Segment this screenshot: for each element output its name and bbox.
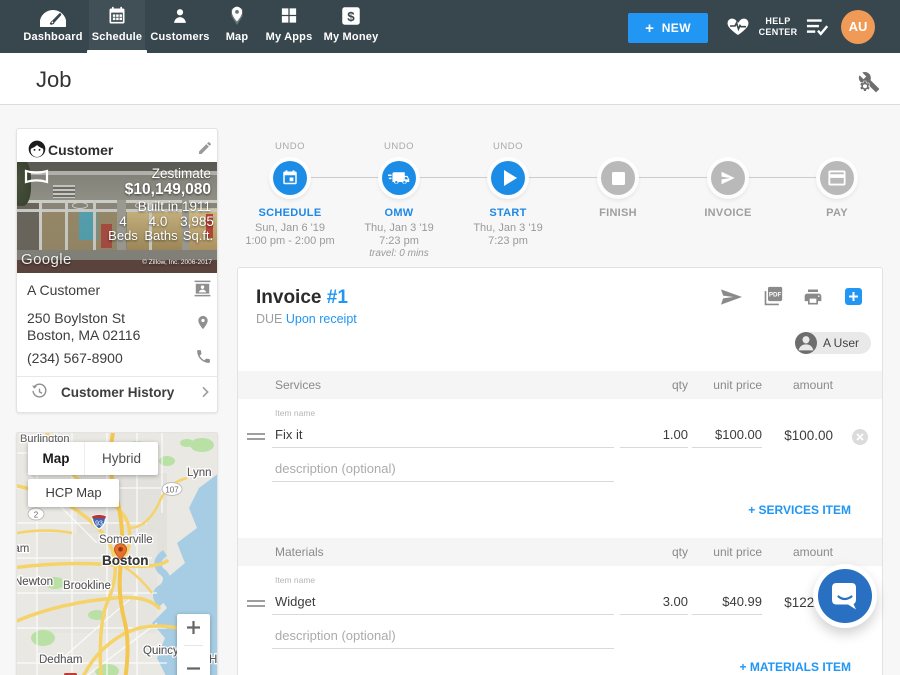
svg-text:PDF: PDF: [769, 292, 782, 299]
svg-text:Newton: Newton: [17, 576, 53, 588]
svg-text:Boston: Boston: [102, 553, 149, 568]
svg-text:$: $: [347, 9, 355, 24]
svg-text:Quincy: Quincy: [143, 645, 179, 657]
svg-text:Hi: Hi: [209, 654, 218, 666]
svg-text:93: 93: [95, 521, 103, 528]
svg-text:ham: ham: [17, 543, 29, 555]
svg-text:Brookline: Brookline: [63, 580, 111, 592]
svg-text:Dedham: Dedham: [39, 654, 82, 666]
svg-text:2: 2: [34, 511, 39, 520]
svg-text:107: 107: [165, 486, 179, 495]
svg-text:Lynn: Lynn: [187, 467, 212, 479]
svg-text:Somerville: Somerville: [99, 534, 153, 546]
